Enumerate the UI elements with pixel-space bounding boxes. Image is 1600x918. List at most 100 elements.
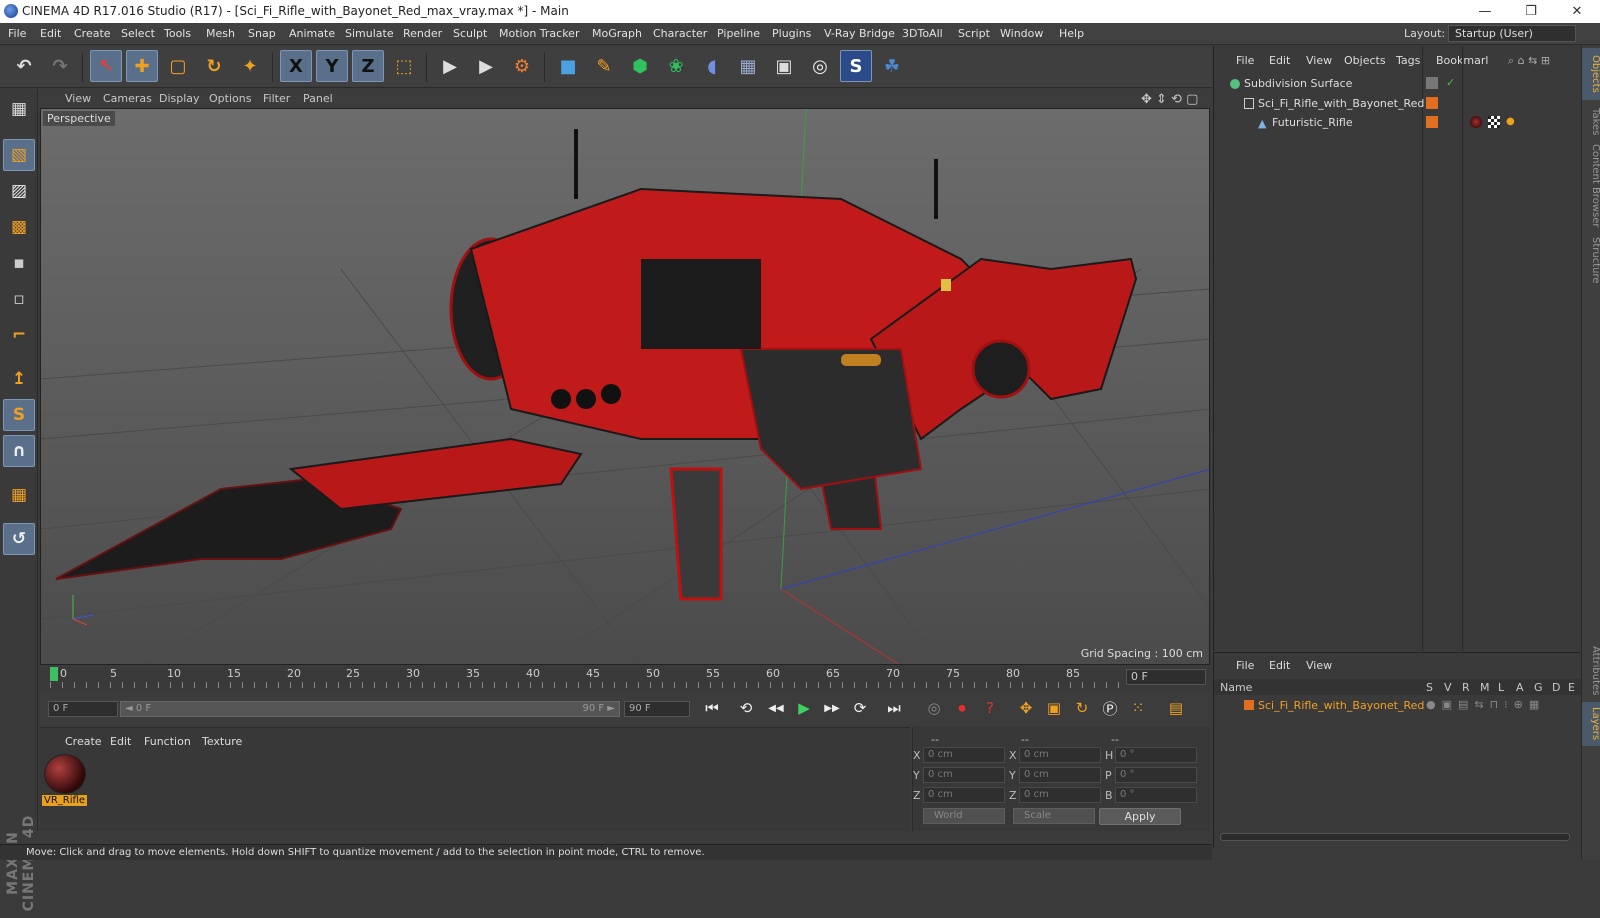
start-frame-field[interactable]: 0 F bbox=[48, 701, 118, 717]
obj-menu-objects[interactable]: Objects bbox=[1344, 54, 1386, 67]
uvw-tag-icon[interactable] bbox=[1488, 116, 1500, 128]
menu-pipeline[interactable]: Pipeline bbox=[717, 27, 760, 40]
obj-menu-file[interactable]: File bbox=[1236, 54, 1254, 67]
key-position-icon[interactable]: ✥ bbox=[1014, 696, 1038, 720]
deformer-icon[interactable]: ◖ bbox=[696, 50, 728, 82]
material-menu-texture[interactable]: Texture bbox=[202, 735, 242, 748]
coord-system-dropdown[interactable]: World bbox=[923, 808, 1005, 824]
object-row-sci-fi-rifle[interactable]: Sci_Fi_Rifle_with_Bayonet_Red bbox=[1214, 94, 1581, 113]
cube-object-icon[interactable]: ■ bbox=[552, 50, 584, 82]
tab-objects[interactable]: Objects bbox=[1582, 48, 1600, 100]
key-rotation-icon[interactable]: ↻ bbox=[1070, 696, 1094, 720]
tab-structure[interactable]: Structure bbox=[1582, 232, 1600, 288]
material-preview-ball[interactable] bbox=[44, 754, 86, 794]
goto-start-icon[interactable]: ⏮ bbox=[700, 696, 724, 720]
layer-color-tag[interactable] bbox=[1426, 97, 1438, 109]
axis-mode-icon[interactable]: ↥ bbox=[3, 363, 35, 395]
viewport-menu-view[interactable]: View bbox=[65, 92, 91, 105]
coordinate-system-icon[interactable]: ⬚ bbox=[388, 50, 420, 82]
subdivision-surface-icon[interactable]: ⬢ bbox=[624, 50, 656, 82]
select-tool-icon[interactable]: ↖ bbox=[90, 50, 122, 82]
end-frame-field[interactable]: 90 F bbox=[624, 701, 690, 717]
layer-menu-edit[interactable]: Edit bbox=[1269, 659, 1290, 672]
obj-menu-edit[interactable]: Edit bbox=[1269, 54, 1290, 67]
render-settings-icon[interactable]: ⚙ bbox=[506, 50, 538, 82]
menu-snap[interactable]: Snap bbox=[248, 27, 276, 40]
magnet-icon[interactable]: ▦ bbox=[3, 479, 35, 511]
layer-color-swatch[interactable] bbox=[1244, 700, 1254, 710]
menu-motion-tracker[interactable]: Motion Tracker bbox=[499, 27, 579, 40]
z-axis-lock-icon[interactable]: Z bbox=[352, 50, 384, 82]
menu-simulate[interactable]: Simulate bbox=[345, 27, 394, 40]
pen-spline-icon[interactable]: ✎ bbox=[588, 50, 620, 82]
tab-layers[interactable]: Layers bbox=[1582, 702, 1600, 746]
menu-tools[interactable]: Tools bbox=[164, 27, 191, 40]
timeline-ruler[interactable]: 0 5 10 15 20 25 30 35 40 45 50 55 60 65 … bbox=[40, 667, 1210, 691]
object-row-subdivision-surface[interactable]: Subdivision Surface ✓ bbox=[1214, 74, 1581, 93]
layer-row[interactable]: Sci_Fi_Rifle_with_Bayonet_Red ●▣▤⇆⊓⁝⊕▦ bbox=[1214, 697, 1581, 714]
phong-tag-icon[interactable]: ● bbox=[1506, 116, 1518, 128]
layer-toggle-icons[interactable]: ●▣▤⇆⊓⁝⊕▦ bbox=[1426, 698, 1545, 711]
viewport-menu-panel[interactable]: Panel bbox=[303, 92, 333, 105]
layer-menu-view[interactable]: View bbox=[1306, 659, 1332, 672]
minimize-button[interactable]: — bbox=[1462, 0, 1508, 23]
menu-edit[interactable]: Edit bbox=[40, 27, 61, 40]
key-scale-icon[interactable]: ▣ bbox=[1042, 696, 1066, 720]
workplane-icon[interactable]: ↺ bbox=[3, 523, 35, 555]
close-button[interactable]: ✕ bbox=[1554, 0, 1600, 23]
viewport-menu-filter[interactable]: Filter bbox=[263, 92, 290, 105]
menu-create[interactable]: Create bbox=[74, 27, 111, 40]
render-picture-viewer-icon[interactable]: ▶ bbox=[470, 50, 502, 82]
frame-range-slider[interactable]: ◄ 0 F 90 F ► bbox=[120, 701, 620, 717]
key-pla-icon[interactable]: ⁙ bbox=[1126, 696, 1150, 720]
object-row-futuristic-rifle[interactable]: ▲ Futuristic_Rifle ● bbox=[1214, 113, 1581, 132]
material-menu-create[interactable]: Create bbox=[65, 735, 102, 748]
next-key-icon[interactable]: ⟳ bbox=[848, 696, 872, 720]
size-z-field[interactable]: 0 cm bbox=[1019, 787, 1101, 803]
tab-content-browser[interactable]: Content Browser bbox=[1582, 144, 1600, 228]
vray-icon[interactable]: S bbox=[840, 50, 872, 82]
enabled-check-icon[interactable]: ✓ bbox=[1446, 76, 1455, 89]
key-param-icon[interactable]: Ⓟ bbox=[1098, 696, 1122, 720]
viewport-menu-display[interactable]: Display bbox=[159, 92, 200, 105]
play-icon[interactable]: ▶ bbox=[792, 696, 816, 720]
menu-character[interactable]: Character bbox=[653, 27, 707, 40]
move-tool-icon[interactable]: ✚ bbox=[126, 50, 158, 82]
3d-viewport[interactable]: Perspective Grid Spacing : 100 cm bbox=[40, 108, 1210, 665]
rifle-model[interactable] bbox=[55, 129, 1138, 601]
scale-tool-icon[interactable]: ▢ bbox=[162, 50, 194, 82]
rotation-p-field[interactable]: 0 ° bbox=[1115, 767, 1197, 783]
menu-plugins[interactable]: Plugins bbox=[772, 27, 811, 40]
rotate-tool-icon[interactable]: ↻ bbox=[198, 50, 230, 82]
light-bulb-icon[interactable]: ◎ bbox=[804, 50, 836, 82]
viewport-menu-cameras[interactable]: Cameras bbox=[103, 92, 152, 105]
menu-vray-bridge[interactable]: V-Ray Bridge bbox=[824, 27, 895, 40]
current-frame-marker[interactable] bbox=[50, 667, 58, 681]
edges-mode-icon[interactable]: ▫ bbox=[3, 283, 35, 315]
menu-3dtoall[interactable]: 3DToAll bbox=[902, 27, 943, 40]
tweak-mode-icon[interactable]: S bbox=[3, 399, 35, 431]
menu-help[interactable]: Help bbox=[1059, 27, 1084, 40]
apply-button[interactable]: Apply bbox=[1099, 808, 1181, 825]
layer-color-tag[interactable] bbox=[1426, 116, 1438, 128]
viewport-menu-options[interactable]: Options bbox=[209, 92, 251, 105]
menu-sculpt[interactable]: Sculpt bbox=[453, 27, 487, 40]
rotation-h-field[interactable]: 0 ° bbox=[1115, 747, 1197, 763]
viewport-nav-icons[interactable]: ✥ ⇕ ⟲ ▢ bbox=[1141, 92, 1198, 107]
render-view-icon[interactable]: ▶ bbox=[434, 50, 466, 82]
camera-icon[interactable]: ▣ bbox=[768, 50, 800, 82]
menu-animate[interactable]: Animate bbox=[289, 27, 335, 40]
next-frame-icon[interactable]: ▶▶ bbox=[820, 696, 844, 720]
layout-select[interactable]: Startup (User) bbox=[1448, 25, 1576, 42]
python-icon[interactable]: ☘ bbox=[876, 50, 908, 82]
size-mode-dropdown[interactable]: Scale bbox=[1013, 808, 1095, 824]
menu-window[interactable]: Window bbox=[1000, 27, 1043, 40]
tab-takes[interactable]: Takes bbox=[1582, 102, 1600, 142]
motion-record-icon[interactable]: ◎ bbox=[922, 696, 946, 720]
size-y-field[interactable]: 0 cm bbox=[1019, 767, 1101, 783]
polygons-mode-icon[interactable]: ⌐ bbox=[3, 319, 35, 351]
texture-mode-icon[interactable]: ▨ bbox=[3, 175, 35, 207]
cloner-icon[interactable]: ❀ bbox=[660, 50, 692, 82]
x-axis-lock-icon[interactable]: X bbox=[280, 50, 312, 82]
timeline-window-icon[interactable]: ▤ bbox=[1164, 696, 1188, 720]
